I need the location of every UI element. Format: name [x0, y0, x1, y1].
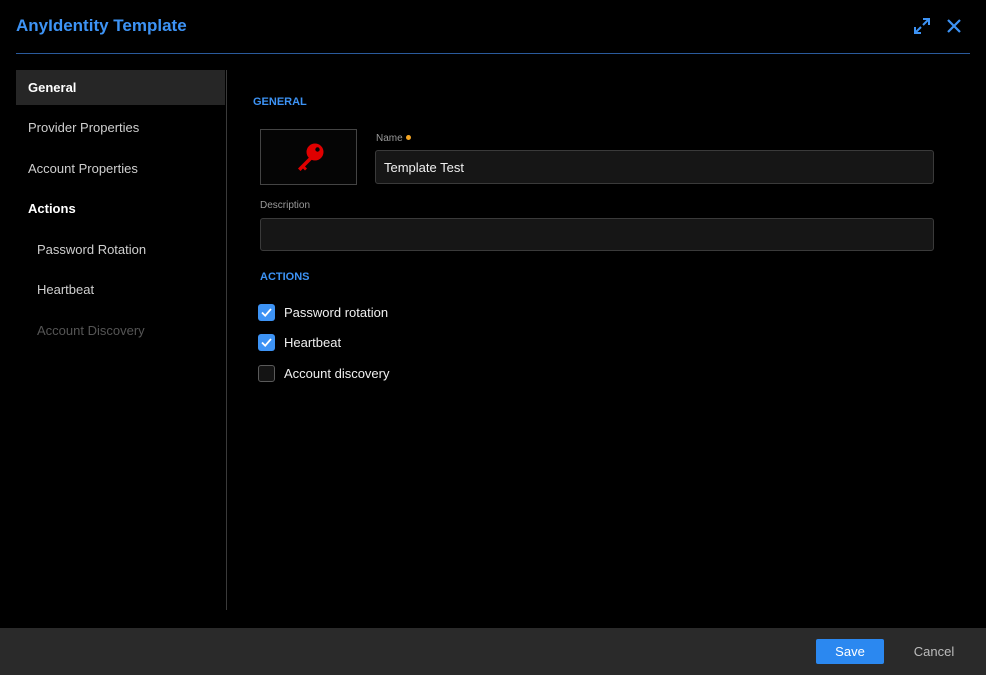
name-label: Name: [376, 133, 411, 144]
sidebar-item-actions[interactable]: Actions: [16, 191, 225, 226]
sidebar-item-general[interactable]: General: [16, 70, 225, 105]
password-rotation-label: Password rotation: [284, 305, 389, 320]
required-indicator: [405, 134, 411, 140]
heartbeat-checkbox[interactable]: [258, 334, 275, 351]
checkmark-icon: [261, 308, 272, 318]
heartbeat-label: Heartbeat: [284, 335, 342, 350]
name-input[interactable]: [375, 150, 934, 184]
save-button[interactable]: Save: [816, 639, 884, 664]
description-label: Description: [260, 200, 311, 211]
account-discovery-label: Account discovery: [284, 366, 390, 381]
description-input[interactable]: [260, 218, 934, 251]
sidebar-nav: General Provider Properties Account Prop…: [16, 70, 227, 610]
sidebar-item-heartbeat[interactable]: Heartbeat: [16, 272, 225, 307]
sidebar-item-password-rotation[interactable]: Password Rotation: [16, 232, 225, 267]
name-label-text: Name: [376, 133, 403, 144]
dialog-header: AnyIdentity Template: [16, 0, 970, 54]
key-icon: [298, 143, 324, 171]
sidebar-item-provider-properties[interactable]: Provider Properties: [16, 110, 225, 145]
template-image-picker[interactable]: [260, 129, 357, 185]
cancel-button[interactable]: Cancel: [904, 639, 964, 664]
password-rotation-checkbox[interactable]: [258, 304, 275, 321]
sidebar-item-account-properties[interactable]: Account Properties: [16, 151, 225, 186]
actions-section-title: ACTIONS: [260, 271, 310, 283]
expand-icon[interactable]: [913, 17, 931, 35]
dialog-title: AnyIdentity Template: [16, 16, 187, 35]
account-discovery-checkbox[interactable]: [258, 365, 275, 382]
sidebar-item-account-discovery: Account Discovery: [37, 323, 145, 338]
close-icon[interactable]: [945, 17, 963, 35]
checkmark-icon: [261, 338, 272, 348]
dialog-footer: Save Cancel: [0, 628, 986, 675]
general-section-title: GENERAL: [253, 96, 307, 108]
